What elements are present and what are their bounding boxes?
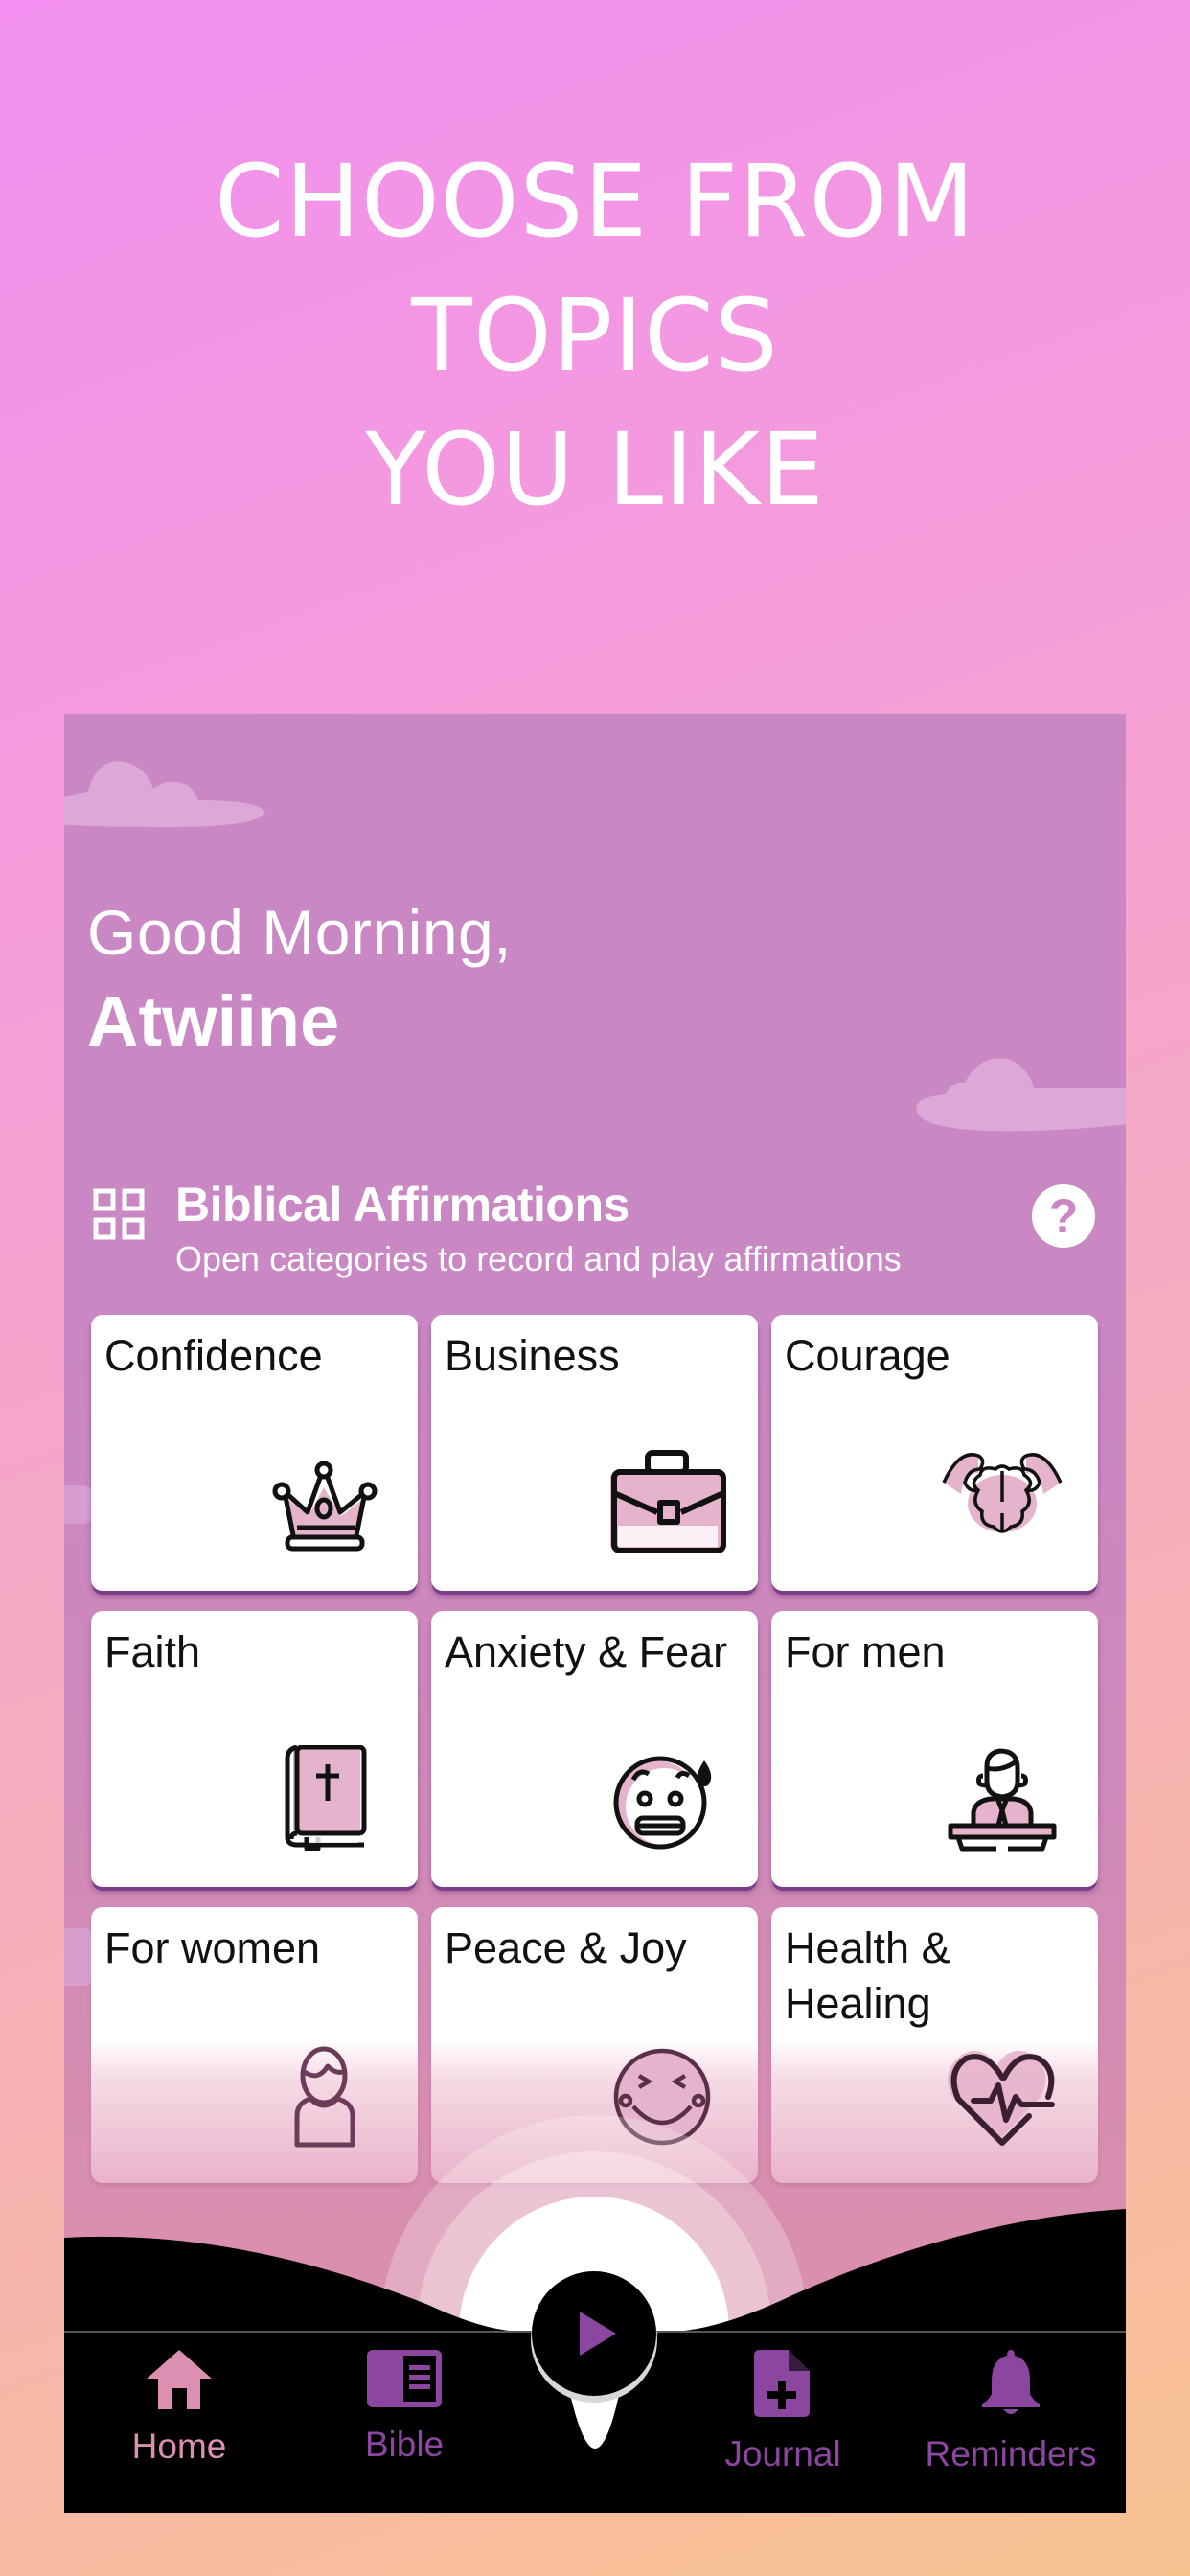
- nav-label-home: Home: [131, 2426, 227, 2466]
- nav-label-reminders: Reminders: [925, 2434, 1097, 2473]
- section-title: Biblical Affirmations: [175, 1178, 629, 1231]
- nav-label-journal: Journal: [724, 2434, 841, 2473]
- play-icon: [580, 2312, 616, 2356]
- help-button[interactable]: ?: [1032, 1184, 1095, 1248]
- promo-headline: CHOOSE FROM TOPICS YOU LIKE: [0, 134, 1190, 537]
- strong-brain-icon: [942, 1453, 1063, 1533]
- headline-line-3: YOU LIKE: [365, 411, 825, 528]
- nav-label-bible: Bible: [364, 2425, 445, 2464]
- category-card-health-healing[interactable]: Health & Healing: [771, 1907, 1098, 2183]
- cloud-icon: [64, 1485, 93, 1524]
- nav-item-reminders[interactable]: Reminders: [915, 2348, 1107, 2492]
- question-mark-icon: ?: [1048, 1189, 1079, 1243]
- briefcase-icon: [610, 1450, 726, 1553]
- add-document-icon: [754, 2350, 810, 2417]
- nav-item-home[interactable]: Home: [83, 2348, 275, 2492]
- play-button[interactable]: [532, 2271, 656, 2396]
- headline-line-2: TOPICS: [411, 277, 779, 394]
- category-label: For women: [104, 1923, 321, 1972]
- cloud-icon: [64, 1928, 93, 1986]
- category-label: Courage: [785, 1331, 950, 1380]
- anxious-face-icon: [613, 1756, 712, 1850]
- nav-item-bible[interactable]: Bible: [309, 2348, 500, 2492]
- category-card-courage[interactable]: Courage: [771, 1315, 1098, 1591]
- category-label: Confidence: [104, 1331, 323, 1380]
- crown-icon: [272, 1460, 378, 1552]
- category-label: Anxiety & Fear: [445, 1627, 728, 1676]
- greeting-text: Good Morning,: [87, 897, 513, 968]
- book-icon: [367, 2350, 442, 2407]
- category-label: Faith: [104, 1627, 201, 1676]
- category-label: Peace & Joy: [445, 1923, 687, 1972]
- grid-icon: [93, 1188, 145, 1240]
- category-card-anxiety-fear[interactable]: Anxiety & Fear: [431, 1611, 758, 1887]
- category-card-faith[interactable]: Faith: [91, 1611, 418, 1887]
- category-card-business[interactable]: Business: [431, 1315, 758, 1591]
- man-at-podium-icon: [948, 1748, 1057, 1852]
- category-card-confidence[interactable]: Confidence: [91, 1315, 418, 1591]
- nav-item-journal[interactable]: Journal: [687, 2348, 879, 2492]
- woman-icon: [294, 2046, 355, 2148]
- section-subtitle: Open categories to record and play affir…: [175, 1239, 902, 1278]
- category-card-for-men[interactable]: For men: [771, 1611, 1098, 1887]
- headline-line-1: CHOOSE FROM: [215, 143, 975, 260]
- category-label: Business: [445, 1331, 620, 1380]
- home-icon: [147, 2350, 212, 2409]
- category-card-for-women[interactable]: For women: [91, 1907, 418, 2183]
- cloud-icon: [64, 761, 265, 827]
- cloud-icon: [916, 1058, 1126, 1132]
- category-label: Health & Healing: [785, 1923, 950, 2028]
- app-screen: Good Morning, Atwiine Biblical Affirmati…: [64, 714, 1126, 2513]
- category-label: For men: [785, 1627, 946, 1676]
- heartbeat-icon: [947, 2051, 1055, 2146]
- user-name: Atwiine: [87, 981, 340, 1061]
- bell-icon: [982, 2350, 1040, 2414]
- bible-icon: [285, 1745, 367, 1851]
